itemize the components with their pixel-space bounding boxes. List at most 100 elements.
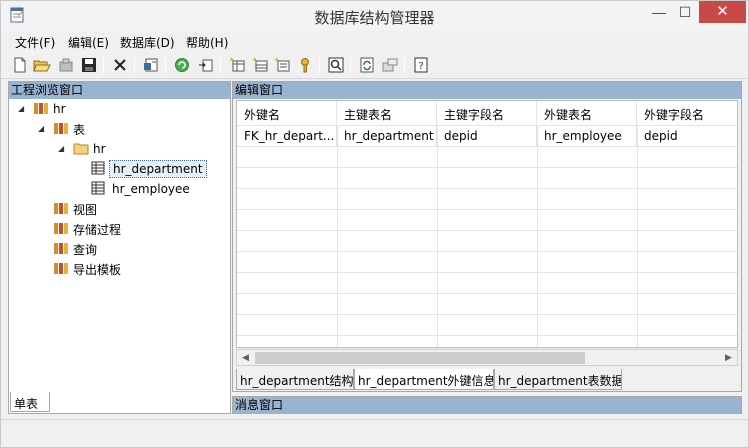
tab-table-data[interactable]: hr_department表数据: [494, 369, 622, 390]
new-procedure-icon[interactable]: [273, 56, 291, 74]
menu-help[interactable]: 帮助(H): [186, 34, 228, 51]
preview-icon[interactable]: [327, 56, 345, 74]
toolbar-separator: [165, 57, 166, 74]
table-row-empty: [237, 167, 737, 188]
table-row-empty: [237, 335, 737, 347]
tree-item-hr-employee[interactable]: hr_employee: [91, 179, 190, 199]
tree-item-export-templates[interactable]: 导出模板: [53, 259, 121, 279]
window-title: 数据库结构管理器: [314, 10, 435, 27]
toolbar-separator: [404, 57, 405, 74]
tree-label: hr: [93, 142, 106, 156]
tree-item-queries[interactable]: 查询: [53, 239, 97, 259]
close-folder-icon[interactable]: [57, 56, 75, 74]
tree-label: 导出模板: [73, 262, 122, 277]
table-row[interactable]: FK_hr_depart... hr_department depid hr_e…: [237, 125, 737, 147]
column-header[interactable]: 外键名: [237, 101, 337, 125]
table-row-empty: [237, 251, 737, 272]
grid-divider: [537, 125, 538, 347]
sync-icon[interactable]: [358, 56, 376, 74]
help-icon[interactable]: ?: [412, 56, 430, 74]
scroll-right-icon[interactable]: ▶: [720, 350, 737, 365]
table-row-empty: [237, 209, 737, 230]
tree-collapse-icon[interactable]: ◢: [58, 144, 64, 153]
table-row-empty: [237, 272, 737, 293]
project-browser-pane: 工程浏览窗口 ◢ hr ◢ 表 ◢ hr hr_department hr_em…: [8, 81, 231, 414]
column-header[interactable]: 主键字段名: [437, 101, 537, 125]
table-cell[interactable]: hr_department: [337, 126, 437, 147]
menu-database[interactable]: 数据库(D): [120, 34, 175, 51]
close-button[interactable]: ✕: [699, 1, 746, 23]
toolbar-separator: [220, 57, 221, 74]
menu-file[interactable]: 文件(F): [15, 34, 55, 51]
tree-label: 查询: [73, 242, 98, 257]
table-row-empty: [237, 230, 737, 251]
table-cell[interactable]: depid: [637, 126, 737, 147]
grid-divider: [637, 125, 638, 347]
table-row-empty: [237, 314, 737, 335]
table-row-empty: [237, 188, 737, 209]
grid-divider: [437, 125, 438, 347]
database-icon: [53, 201, 69, 218]
tab-foreign-keys[interactable]: hr_department外键信息: [354, 369, 494, 390]
message-pane-header: 消息窗口: [233, 397, 741, 414]
toolbar-separator: [350, 57, 351, 74]
toolbar-separator: [103, 57, 104, 74]
grid-header: 外键名 主键表名 主键字段名 外键表名 外键字段名: [237, 101, 737, 125]
export-icon[interactable]: [381, 56, 399, 74]
edit-window-header: 编辑窗口: [233, 82, 741, 99]
database-icon: [53, 221, 69, 238]
tree-collapse-icon[interactable]: ◢: [18, 104, 24, 113]
table-row-empty: [237, 293, 737, 314]
column-header[interactable]: 主键表名: [337, 101, 437, 125]
delete-icon[interactable]: [111, 56, 129, 74]
menu-bar: 文件(F) 编辑(E) 数据库(D) 帮助(H): [1, 31, 748, 53]
key-icon[interactable]: [296, 56, 314, 74]
database-icon: [53, 121, 69, 138]
new-view-icon[interactable]: [251, 56, 269, 74]
column-header[interactable]: 外键表名: [537, 101, 637, 125]
maximize-button[interactable]: ☐: [672, 1, 698, 23]
title-bar: 数据库结构管理器 — ☐ ✕: [1, 1, 748, 31]
table-cell[interactable]: FK_hr_depart...: [237, 126, 337, 147]
refresh-db-icon[interactable]: [173, 56, 191, 74]
properties-icon[interactable]: [142, 56, 160, 74]
save-icon[interactable]: [80, 56, 98, 74]
grid-divider: [337, 125, 338, 347]
tab-single-table[interactable]: 单表: [10, 392, 50, 412]
menu-edit[interactable]: 编辑(E): [68, 34, 109, 51]
tree-label: hr: [53, 102, 66, 116]
minimize-button[interactable]: —: [646, 1, 672, 23]
scroll-left-icon[interactable]: ◀: [237, 350, 254, 365]
tree-item-root[interactable]: hr: [33, 99, 66, 119]
horizontal-scrollbar[interactable]: ◀ ▶: [236, 349, 738, 366]
message-pane: 消息窗口: [232, 396, 742, 414]
table-icon: [91, 161, 105, 178]
tree-item-views[interactable]: 视图: [53, 199, 97, 219]
folder-icon: [73, 141, 89, 158]
tree-item-hr-department[interactable]: hr_department: [91, 159, 207, 179]
project-browser-header: 工程浏览窗口: [9, 82, 230, 99]
import-icon[interactable]: [197, 56, 215, 74]
svg-text:?: ?: [418, 61, 423, 72]
tree-item-tables[interactable]: 表: [53, 119, 85, 139]
open-folder-icon[interactable]: [33, 56, 51, 74]
table-cell[interactable]: depid: [437, 126, 537, 147]
table-icon: [91, 181, 105, 198]
tree-label: hr_employee: [112, 182, 190, 196]
scrollbar-thumb[interactable]: [255, 352, 585, 364]
table-cell[interactable]: hr_employee: [537, 126, 637, 147]
new-table-icon[interactable]: [228, 56, 246, 74]
tab-table-structure[interactable]: hr_department结构: [236, 369, 354, 390]
tree-collapse-icon[interactable]: ◢: [38, 124, 44, 133]
tree-label-selected: hr_department: [109, 160, 207, 178]
tree-label: 表: [73, 122, 86, 137]
database-icon: [53, 241, 69, 258]
app-window: 数据库结构管理器 — ☐ ✕ 文件(F) 编辑(E) 数据库(D) 帮助(H): [0, 0, 749, 448]
tree-label: 视图: [73, 202, 98, 217]
tree-item-procedures[interactable]: 存储过程: [53, 219, 121, 239]
new-file-icon[interactable]: [11, 56, 29, 74]
edit-window-pane: 编辑窗口 外键名 主键表名 主键字段名 外键表名 外键字段名 FK_hr_dep…: [232, 81, 742, 392]
database-icon: [53, 261, 69, 278]
tree-item-schema[interactable]: hr: [73, 139, 106, 159]
column-header[interactable]: 外键字段名: [637, 101, 737, 125]
